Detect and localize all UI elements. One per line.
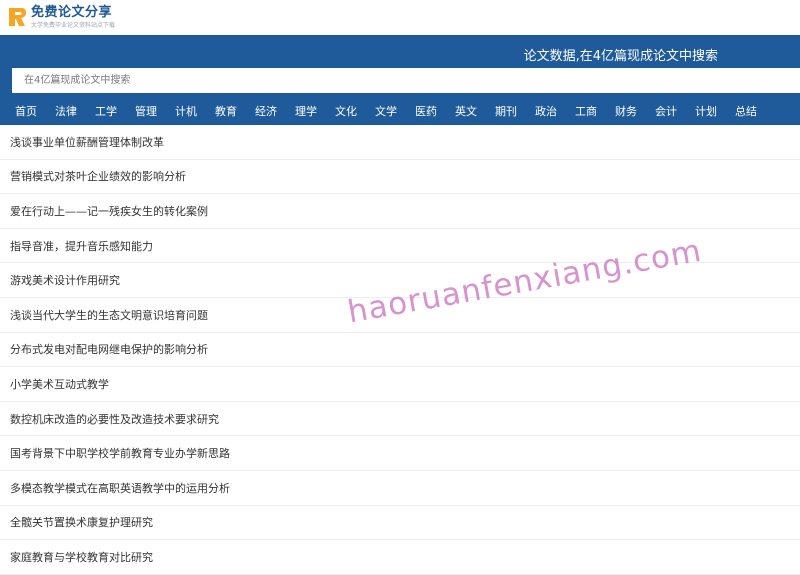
nav-item-business[interactable]: 工商	[575, 103, 597, 119]
logo-subtitle: 大学免费毕业论文资料站点下载	[31, 22, 116, 29]
header-slogan: 论文数据,在4亿篇现成论文中搜索	[523, 49, 718, 64]
site-logo[interactable]: 免费论文分享 大学免费毕业论文资料站点下载	[6, 6, 115, 30]
nav-item-culture[interactable]: 文化	[335, 103, 357, 119]
article-link[interactable]: 小学美术互动式教学	[0, 367, 800, 402]
nav-item-science[interactable]: 理学	[295, 103, 317, 119]
article-list: 浅谈事业单位薪酬管理体制改革 营销模式对茶叶企业绩效的影响分析 爱在行动上——记…	[0, 125, 800, 575]
article-link[interactable]: 浅谈事业单位薪酬管理体制改革	[0, 125, 800, 160]
logo-icon	[9, 8, 26, 26]
top-bar: 免费论文分享 大学免费毕业论文资料站点下载	[0, 0, 800, 35]
nav-item-finance[interactable]: 财务	[615, 103, 637, 119]
nav-item-literature[interactable]: 文学	[375, 103, 397, 119]
article-link[interactable]: 爱在行动上——记一残疾女生的转化案例	[0, 194, 800, 229]
nav-item-medicine[interactable]: 医药	[415, 103, 437, 119]
nav-item-education[interactable]: 教育	[215, 103, 237, 119]
search-input[interactable]	[12, 68, 800, 93]
article-link[interactable]: 数控机床改造的必要性及改造技术要求研究	[0, 402, 800, 437]
article-link[interactable]: 家庭教育与学校教育对比研究	[0, 540, 800, 575]
nav-item-politics[interactable]: 政治	[535, 103, 557, 119]
nav-item-law[interactable]: 法律	[55, 103, 77, 119]
article-link[interactable]: 全髋关节置换术康复护理研究	[0, 506, 800, 541]
nav-item-computer[interactable]: 计机	[175, 103, 197, 119]
nav-item-economics[interactable]: 经济	[255, 103, 277, 119]
article-link[interactable]: 多模态教学模式在高职英语教学中的运用分析	[0, 471, 800, 506]
nav-item-accounting[interactable]: 会计	[655, 103, 677, 119]
header-banner: 论文数据,在4亿篇现成论文中搜索 首页 法律 工学 管理 计机 教育 经济 理学…	[0, 35, 800, 125]
nav-item-engineering[interactable]: 工学	[95, 103, 117, 119]
article-link[interactable]: 营销模式对茶叶企业绩效的影响分析	[0, 160, 800, 195]
logo-title: 免费论文分享	[31, 5, 113, 20]
category-nav: 首页 法律 工学 管理 计机 教育 经济 理学 文化 文学 医药 英文 期刊 政…	[0, 99, 800, 123]
article-link[interactable]: 分布式发电对配电网继电保护的影响分析	[0, 333, 800, 368]
article-link[interactable]: 国考背景下中职学校学前教育专业办学新思路	[0, 436, 800, 471]
nav-item-home[interactable]: 首页	[15, 103, 37, 119]
nav-item-summary[interactable]: 总结	[735, 103, 757, 119]
nav-item-plan[interactable]: 计划	[695, 103, 717, 119]
nav-item-management[interactable]: 管理	[135, 103, 157, 119]
nav-item-english[interactable]: 英文	[455, 103, 477, 119]
nav-item-journal[interactable]: 期刊	[495, 103, 517, 119]
